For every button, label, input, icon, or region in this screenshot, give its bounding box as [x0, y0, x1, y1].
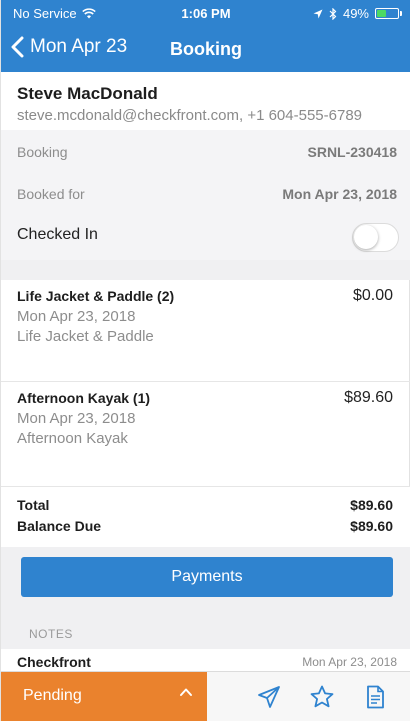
line-item[interactable]: Life Jacket & Paddle (2) $0.00 Mon Apr 2… — [1, 280, 410, 382]
item-description: Life Jacket & Paddle — [17, 328, 154, 345]
document-icon[interactable] — [362, 684, 388, 710]
total-label: Total — [17, 497, 50, 513]
bottom-toolbar: Pending — [1, 671, 410, 721]
chevron-up-icon — [180, 688, 192, 696]
back-button[interactable]: Mon Apr 23 — [11, 36, 127, 58]
star-icon[interactable] — [309, 684, 335, 710]
location-arrow-icon — [313, 9, 323, 18]
note-author: Checkfront — [17, 654, 91, 670]
item-price: $0.00 — [352, 287, 393, 304]
booking-id-row: Booking SRNL-230418 — [17, 144, 397, 166]
payments-button[interactable]: Payments — [21, 557, 393, 597]
booked-for-row: Booked for Mon Apr 23, 2018 — [17, 186, 397, 208]
balance-due-value: $89.60 — [350, 518, 393, 534]
booked-for-value: Mon Apr 23, 2018 — [282, 186, 397, 202]
note-entry[interactable]: Checkfront Mon Apr 23, 2018 — [1, 649, 410, 671]
battery-percent: 49% — [342, 6, 369, 21]
booking-id-value: SRNL-230418 — [307, 144, 398, 160]
notes-section-header: NOTES — [1, 617, 410, 649]
checked-in-label: Checked In — [17, 226, 98, 243]
item-title: Life Jacket & Paddle (2) — [17, 288, 175, 304]
customer-contact[interactable]: steve.mcdonald@checkfront.com, +1 604-55… — [17, 107, 362, 124]
line-item[interactable]: Afternoon Kayak (1) $89.60 Mon Apr 23, 2… — [1, 382, 410, 487]
customer-name: Steve MacDonald — [17, 84, 158, 103]
checked-in-toggle[interactable] — [352, 223, 399, 252]
booking-status-button[interactable]: Pending — [1, 672, 207, 721]
send-icon[interactable] — [256, 684, 282, 710]
navigation-bar: Mon Apr 23 Booking — [1, 28, 410, 72]
booking-info: Booking SRNL-230418 Booked for Mon Apr 2… — [1, 130, 410, 260]
totals-section: Total $89.60 Balance Due $89.60 — [1, 487, 410, 547]
bluetooth-icon — [329, 7, 337, 20]
battery-icon — [375, 8, 402, 19]
notes-label: NOTES — [29, 627, 73, 641]
battery-level — [377, 10, 386, 17]
app-frame: No Service 1:06 PM 49% Mon Apr 23 Bookin… — [0, 0, 410, 721]
back-button-label: Mon Apr 23 — [30, 36, 128, 57]
balance-due-label: Balance Due — [17, 518, 102, 534]
item-date: Mon Apr 23, 2018 — [17, 410, 136, 427]
section-divider — [1, 260, 410, 280]
chevron-left-icon — [11, 36, 24, 58]
customer-header: Steve MacDonald steve.mcdonald@checkfron… — [1, 72, 410, 130]
status-bar: No Service 1:06 PM 49% — [1, 0, 410, 28]
item-date: Mon Apr 23, 2018 — [17, 308, 136, 325]
booked-for-label: Booked for — [17, 186, 85, 202]
booking-status-label: Pending — [23, 687, 82, 704]
booking-id-label: Booking — [17, 144, 68, 160]
toggle-knob — [354, 225, 378, 249]
total-value: $89.60 — [350, 497, 393, 513]
total-row: Total $89.60 — [17, 497, 393, 517]
item-title: Afternoon Kayak (1) — [17, 390, 151, 406]
note-date: Mon Apr 23, 2018 — [302, 655, 397, 669]
item-description: Afternoon Kayak — [17, 430, 128, 447]
item-price: $89.60 — [344, 389, 393, 406]
payments-area: Payments — [1, 547, 410, 617]
balance-due-row: Balance Due $89.60 — [17, 518, 393, 538]
